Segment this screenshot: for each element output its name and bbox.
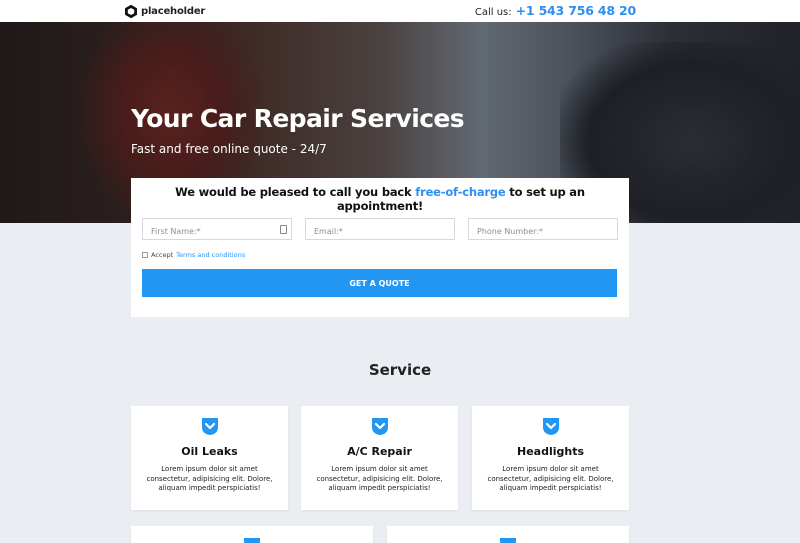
- chevron-down-badge-icon: [542, 418, 559, 435]
- service-card-partial[interactable]: [387, 526, 629, 543]
- service-card-text: Lorem ipsum dolor sit amet consectetur, …: [146, 465, 273, 492]
- top-bar: placeholder Call us: +1 543 756 48 20: [0, 0, 800, 22]
- service-card-oil-leaks[interactable]: Oil Leaks Lorem ipsum dolor sit amet con…: [131, 406, 288, 510]
- terms-row: Accept Terms and conditions: [142, 251, 245, 259]
- service-card-title: Oil Leaks: [181, 445, 238, 458]
- form-heading-accent: free-of-charge: [415, 185, 506, 199]
- autofill-contact-icon[interactable]: [280, 225, 287, 234]
- chevron-down-badge-icon: [201, 418, 218, 435]
- service-card-ac-repair[interactable]: A/C Repair Lorem ipsum dolor sit amet co…: [301, 406, 458, 510]
- quote-form: We would be pleased to call you back fre…: [131, 178, 629, 317]
- accept-terms-checkbox[interactable]: [142, 252, 148, 258]
- get-quote-button[interactable]: GET A QUOTE: [142, 269, 617, 297]
- chevron-down-badge-icon: [371, 418, 388, 435]
- service-section-title: Service: [368, 361, 432, 379]
- phone-field-wrapper: [468, 218, 618, 242]
- service-card-partial[interactable]: [131, 526, 373, 543]
- service-card-headlights[interactable]: Headlights Lorem ipsum dolor sit amet co…: [472, 406, 629, 510]
- email-input[interactable]: [306, 221, 454, 242]
- service-card-title: A/C Repair: [347, 445, 412, 458]
- phone-number-input[interactable]: [469, 221, 617, 242]
- call-us: Call us: +1 543 756 48 20: [475, 3, 636, 18]
- first-name-input[interactable]: [143, 221, 291, 242]
- service-card-text: Lorem ipsum dolor sit amet consectetur, …: [316, 465, 443, 492]
- hero-subtitle: Fast and free online quote - 24/7: [131, 142, 327, 156]
- phone-number-link[interactable]: +1 543 756 48 20: [516, 3, 637, 18]
- chevron-down-badge-icon: [244, 538, 260, 543]
- logo[interactable]: placeholder: [124, 3, 205, 19]
- service-card-title: Headlights: [516, 445, 584, 458]
- accept-label: Accept: [151, 251, 174, 259]
- logo-text: placeholder: [141, 5, 206, 17]
- chevron-down-badge-icon: [500, 538, 516, 543]
- email-field-wrapper: [305, 218, 455, 242]
- form-heading-pre: We would be pleased to call you back: [175, 185, 416, 199]
- form-heading: We would be pleased to call you back fre…: [131, 185, 629, 213]
- first-name-field-wrapper: [142, 218, 292, 242]
- hero-title: Your Car Repair Services: [131, 104, 465, 133]
- call-us-label: Call us:: [474, 7, 512, 18]
- service-card-text: Lorem ipsum dolor sit amet consectetur, …: [487, 465, 614, 492]
- terms-link[interactable]: Terms and conditions: [176, 251, 245, 259]
- logo-hexagon-icon: [125, 4, 137, 18]
